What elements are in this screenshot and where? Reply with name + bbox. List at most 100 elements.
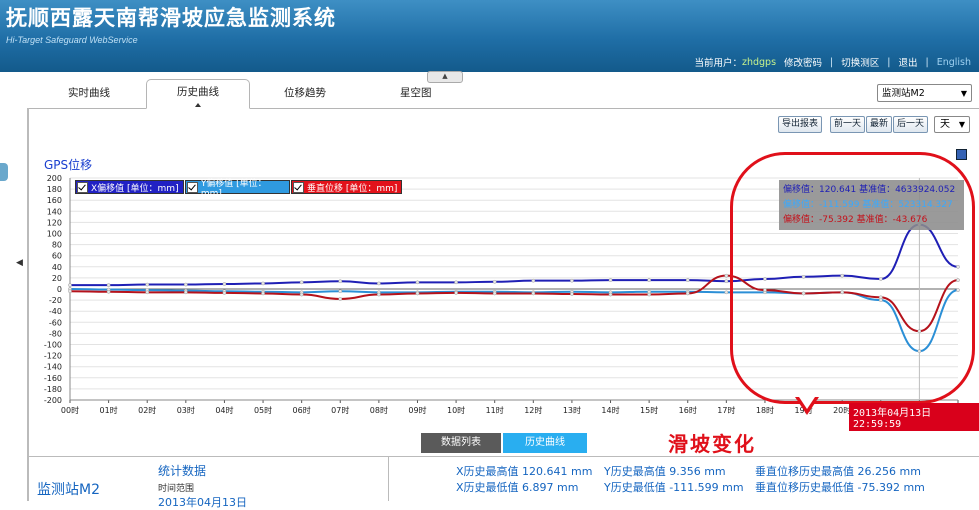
crosshair-timestamp: 2013年04月13日 22:59:59 — [849, 403, 979, 431]
highlight-oval — [730, 152, 975, 404]
series-point — [531, 278, 536, 283]
x-tick-label: 07时 — [331, 405, 349, 415]
x-tick-label: 12时 — [524, 405, 542, 415]
stats-station-name: 监测站M2 — [37, 482, 100, 498]
stat-vertical-max: 垂直位移历史最高值 26.256 mm — [755, 465, 921, 478]
x-tick-label: 09时 — [408, 405, 426, 415]
series-point — [68, 283, 72, 287]
y-tick-label: 160 — [47, 196, 62, 205]
x-tick-label: 15时 — [640, 405, 658, 415]
y-tick-label: -140 — [44, 363, 62, 372]
series-point — [454, 280, 458, 285]
series-point — [724, 279, 729, 284]
series-point — [261, 291, 265, 296]
y-tick-label: -180 — [44, 385, 62, 394]
series-point — [68, 289, 72, 294]
legend-label: X偏移值 [单位：mm] — [91, 183, 179, 194]
series-point — [261, 281, 265, 286]
x-tick-label: 06时 — [293, 405, 311, 415]
y-tick-label: -80 — [49, 329, 62, 338]
x-tick-label: 04时 — [215, 405, 233, 415]
stat-y-max: Y历史最高值 9.356 mm — [604, 465, 726, 478]
x-tick-label: 05时 — [254, 405, 272, 415]
series-point — [338, 289, 343, 294]
stat-x-max: X历史最高值 120.641 mm — [456, 465, 593, 478]
x-tick-label: 18时 — [756, 405, 774, 415]
series-point — [106, 289, 111, 294]
series-point — [145, 282, 150, 287]
series-point — [570, 278, 574, 283]
landslide-change-annotation: 滑坡变化 — [668, 432, 756, 456]
checkbox-icon[interactable] — [293, 181, 304, 193]
data-list-button[interactable]: 数据列表 — [421, 433, 501, 453]
y-tick-label: -60 — [49, 318, 62, 327]
y-tick-label: -160 — [44, 374, 62, 383]
stat-y-min: Y历史最低值 -111.599 mm — [604, 481, 744, 494]
series-point — [145, 290, 150, 295]
series-point — [222, 282, 227, 286]
series-point — [608, 278, 613, 282]
x-tick-label: 00时 — [61, 405, 79, 415]
y-tick-label: -120 — [44, 352, 62, 361]
y-tick-label: 60 — [52, 252, 62, 261]
series-point — [724, 290, 729, 295]
time-range-label: 时间范围 — [158, 484, 195, 494]
x-tick-label: 17时 — [717, 405, 735, 415]
series-point — [106, 283, 111, 287]
y-tick-label: -40 — [49, 307, 62, 316]
series-point — [685, 291, 690, 296]
series-point — [183, 290, 188, 295]
stat-x-min: X历史最低值 6.897 mm — [456, 481, 579, 494]
y-tick-label: -100 — [44, 341, 62, 350]
series-point — [492, 279, 497, 284]
x-tick-label: 16时 — [679, 405, 697, 415]
checkbox-icon[interactable] — [187, 181, 198, 193]
x-tick-label: 14时 — [601, 405, 619, 415]
series-point — [685, 278, 690, 282]
series-point — [299, 280, 304, 285]
x-tick-label: 03时 — [177, 405, 195, 415]
y-tick-label: 40 — [52, 263, 62, 272]
history-curve-button[interactable]: 历史曲线 — [503, 433, 587, 453]
y-tick-label: 20 — [52, 274, 62, 283]
legend-label: Y偏移值 [单位：mm] — [200, 178, 267, 199]
x-tick-label: 13时 — [563, 405, 581, 415]
series-point — [377, 281, 381, 286]
series-point — [492, 291, 497, 296]
series-point — [338, 279, 343, 284]
legend-label: 垂直位移 [单位：mm] — [307, 183, 398, 194]
x-tick-label: 01时 — [100, 405, 118, 415]
series-point — [454, 291, 458, 295]
time-range-value: 2013年04月13日 — [158, 496, 247, 509]
checkbox-icon[interactable] — [77, 181, 88, 193]
oval-callout-tail-inner — [799, 397, 815, 409]
divider — [28, 456, 979, 457]
y-tick-label: 180 — [47, 185, 62, 194]
series-point — [377, 292, 381, 297]
series-point — [647, 278, 651, 282]
y-tick-label: 200 — [47, 174, 62, 183]
stat-vertical-min: 垂直位移历史最低值 -75.392 mm — [755, 481, 925, 494]
y-tick-label: 120 — [47, 218, 62, 227]
legend-item-vertical[interactable]: 垂直位移 [单位：mm] — [291, 180, 402, 194]
x-tick-label: 11时 — [486, 405, 504, 415]
series-point — [338, 297, 343, 301]
y-tick-label: -200 — [44, 396, 62, 405]
series-point — [415, 291, 420, 296]
series-point — [222, 291, 227, 295]
legend-item-x[interactable]: X偏移值 [单位：mm] — [75, 180, 184, 194]
stats-title: 统计数据 — [158, 464, 207, 478]
series-point — [724, 273, 729, 278]
series-point — [183, 282, 188, 287]
series-point — [608, 292, 613, 297]
series-point — [647, 292, 651, 297]
legend-item-y[interactable]: Y偏移值 [单位：mm] — [185, 179, 290, 199]
x-tick-label: 08时 — [370, 405, 388, 415]
y-tick-label: 80 — [52, 241, 62, 250]
y-tick-label: 0 — [57, 285, 62, 294]
y-tick-label: -20 — [49, 296, 62, 305]
x-tick-label: 02时 — [138, 405, 156, 415]
x-tick-label: 10时 — [447, 405, 465, 415]
divider — [388, 456, 389, 501]
series-point — [299, 292, 304, 297]
